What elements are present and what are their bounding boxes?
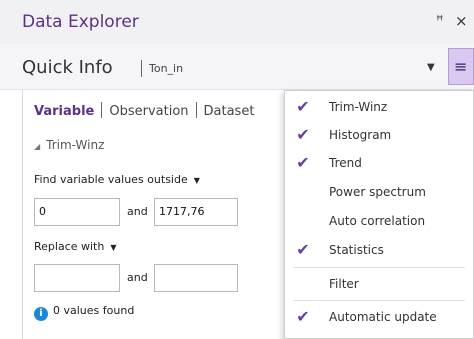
find-values-label: Find variable values outside [34, 173, 188, 186]
menu-item-label: Statistics [329, 243, 384, 257]
find-values-dropdown[interactable]: Find variable values outside ▼ [34, 173, 200, 186]
section-title: Trim-Winz [46, 138, 105, 152]
tab-dataset[interactable]: Dataset [204, 104, 255, 119]
checkmark-icon: ✔ [296, 125, 310, 144]
replace-with-label: Replace with [34, 240, 105, 253]
menu-item-label: Histogram [329, 128, 392, 142]
hamburger-icon: ≡ [454, 57, 468, 76]
checkmark-icon: ✔ [296, 307, 310, 326]
and-label: and [127, 271, 148, 284]
menu-item-label: Automatic update [329, 310, 437, 324]
checkmark-icon: ✔ [296, 240, 310, 259]
tab-bar: Variable Observation Dataset [34, 102, 254, 119]
menu-item-trim-winz[interactable]: ✔ Trim-Winz [285, 93, 473, 122]
replace-low-input[interactable] [34, 264, 120, 292]
variable-name: Ton_in [149, 62, 184, 75]
close-icon[interactable]: × [455, 12, 468, 30]
tab-divider [195, 102, 197, 118]
status-message: i 0 values found [34, 304, 134, 321]
window-titlebar: Data Explorer ꟸ × [0, 0, 474, 44]
info-icon: i [34, 307, 48, 321]
menu-item-label: Power spectrum [329, 185, 426, 199]
header-divider [141, 60, 142, 77]
menu-item-automatic-update[interactable]: ✔ Automatic update [285, 303, 473, 332]
and-label: and [127, 205, 148, 218]
status-text: 0 values found [53, 304, 135, 317]
menu-item-power-spectrum[interactable]: Power spectrum [285, 178, 473, 207]
replace-with-dropdown[interactable]: Replace with ▼ [34, 240, 117, 253]
hamburger-menu-button[interactable]: ≡ [448, 48, 474, 85]
menu-divider [293, 267, 465, 268]
window-title: Data Explorer [22, 12, 139, 32]
tab-divider [101, 102, 103, 118]
menu-item-label: Trim-Winz [329, 100, 388, 114]
chevron-down-icon: ▼ [193, 176, 200, 185]
checkmark-icon: ✔ [296, 153, 310, 172]
tab-variable[interactable]: Variable [34, 104, 94, 119]
menu-item-label: Filter [329, 277, 359, 291]
replace-high-input[interactable] [154, 264, 238, 292]
quick-info-title: Quick Info [22, 57, 113, 78]
checkmark-icon: ✔ [296, 97, 310, 116]
menu-divider [293, 300, 465, 301]
section-header[interactable]: ◢ Trim-Winz [34, 138, 104, 152]
view-options-menu: ✔ Trim-Winz ✔ Histogram ✔ Trend Power sp… [284, 90, 474, 339]
find-low-input[interactable]: 0 [34, 198, 120, 226]
quick-info-header: Quick Info Ton_in ▼ ≡ [0, 44, 474, 90]
menu-item-filter[interactable]: Filter [285, 270, 473, 299]
menu-item-label: Trend [329, 156, 362, 170]
menu-item-label: Auto correlation [329, 214, 426, 228]
menu-item-statistics[interactable]: ✔ Statistics [285, 236, 473, 265]
variable-panel: Variable Observation Dataset ◢ Trim-Winz Fi… [22, 90, 283, 339]
menu-item-histogram[interactable]: ✔ Histogram [285, 121, 473, 150]
menu-item-auto-correlation[interactable]: Auto correlation [285, 207, 473, 236]
pin-icon[interactable]: ꟸ [436, 14, 444, 29]
menu-item-trend[interactable]: ✔ Trend [285, 149, 473, 178]
chevron-down-icon[interactable]: ▼ [427, 62, 435, 73]
tab-observation[interactable]: Observation [109, 104, 188, 119]
chevron-down-icon: ▼ [110, 243, 117, 252]
collapse-triangle-icon: ◢ [34, 142, 41, 151]
find-high-input[interactable]: 1717,76 [154, 198, 238, 226]
